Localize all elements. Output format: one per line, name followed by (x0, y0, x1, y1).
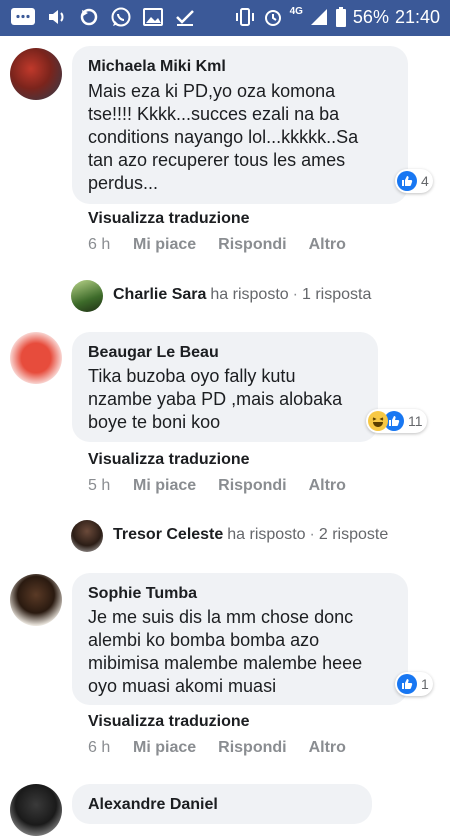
status-right: 4G 56% 21:40 (234, 6, 440, 28)
comment-author[interactable]: Sophie Tumba (88, 585, 197, 603)
comment-bubble[interactable]: Beaugar Le Beau Tika buzoba oyo fally ku… (72, 332, 378, 442)
clock: 21:40 (394, 6, 440, 27)
reply-count[interactable]: 1 risposta (302, 286, 371, 304)
alarm-icon (264, 10, 281, 26)
message-icon (11, 8, 35, 25)
translate-link[interactable]: Visualizza traduzione (88, 210, 250, 228)
reaction-count: 4 (421, 173, 429, 189)
check-download-icon (176, 10, 194, 26)
avatar[interactable] (71, 520, 103, 552)
reply-button[interactable]: Rispondi (218, 739, 286, 757)
separator-dot: · (309, 526, 315, 543)
vibrate-icon (235, 8, 254, 26)
whatsapp-icon (111, 7, 131, 27)
comment-bubble[interactable]: Michaela Miki Kml Mais eza ki PD,yo oza … (72, 46, 408, 204)
comment-time: 6 h (88, 236, 111, 253)
replies-preview[interactable]: Tresor Celeste ha risposto · 2 risposte (113, 526, 388, 544)
comment-text: Mais eza ki PD,yo oza komona tse!!!! Kkk… (88, 81, 359, 193)
haha-icon (368, 411, 388, 431)
notification-icons (10, 6, 196, 28)
avatar[interactable] (10, 48, 62, 100)
reply-count[interactable]: 2 risposte (319, 526, 388, 544)
comment-actions: 5 h Mi piace Rispondi Altro (88, 477, 368, 495)
reply-action: ha risposto (210, 286, 289, 303)
translate-link[interactable]: Visualizza traduzione (88, 451, 250, 469)
battery-icon (335, 7, 346, 27)
replies-preview[interactable]: Charlie Sara ha risposto · 1 risposta (113, 286, 371, 304)
avatar[interactable] (10, 784, 62, 836)
like-button[interactable]: Mi piace (133, 236, 196, 254)
like-button[interactable]: Mi piace (133, 739, 196, 757)
reaction-summary[interactable]: 4 (395, 169, 433, 193)
comment-bubble[interactable]: Alexandre Daniel (72, 784, 372, 824)
avatar[interactable] (10, 574, 62, 626)
sync-icon (80, 8, 98, 26)
image-icon (143, 8, 163, 26)
battery-percent: 56% (352, 6, 389, 27)
avatar[interactable] (71, 280, 103, 312)
comment-text: Tika buzoba oyo fally kutu nzambe yaba P… (88, 366, 343, 432)
comment-actions: 6 h Mi piace Rispondi Altro (88, 739, 368, 757)
reply-action: ha risposto (227, 526, 306, 543)
avatar[interactable] (10, 332, 62, 384)
reaction-summary[interactable]: 11 (366, 409, 427, 433)
comment-text: Je me suis dis la mm chose donc alembi k… (88, 607, 363, 696)
like-icon (397, 674, 417, 694)
reply-author[interactable]: Tresor Celeste (113, 526, 223, 544)
reply-author[interactable]: Charlie Sara (113, 286, 206, 304)
comment-author[interactable]: Beaugar Le Beau (88, 344, 219, 362)
reply-button[interactable]: Rispondi (218, 236, 286, 254)
signal-icon (310, 9, 327, 25)
comment-bubble[interactable]: Sophie Tumba Je me suis dis la mm chose … (72, 573, 408, 705)
more-button[interactable]: Altro (309, 477, 346, 495)
comment-author[interactable]: Alexandre Daniel (88, 796, 218, 814)
comment-time: 5 h (88, 477, 111, 494)
reaction-summary[interactable]: 1 (395, 672, 433, 696)
like-icon (397, 171, 417, 191)
translate-link[interactable]: Visualizza traduzione (88, 713, 250, 731)
volume-icon (49, 10, 64, 24)
like-button[interactable]: Mi piace (133, 477, 196, 495)
more-button[interactable]: Altro (309, 739, 346, 757)
reply-button[interactable]: Rispondi (218, 477, 286, 495)
status-bar: 4G 56% 21:40 (0, 0, 450, 36)
comment-time: 6 h (88, 739, 111, 756)
comment-actions: 6 h Mi piace Rispondi Altro (88, 236, 368, 254)
reaction-count: 11 (408, 413, 423, 429)
separator-dot: · (292, 286, 298, 303)
more-button[interactable]: Altro (309, 236, 346, 254)
network-type: 4G (289, 5, 303, 17)
reaction-count: 1 (421, 676, 429, 692)
comment-author[interactable]: Michaela Miki Kml (88, 58, 226, 76)
